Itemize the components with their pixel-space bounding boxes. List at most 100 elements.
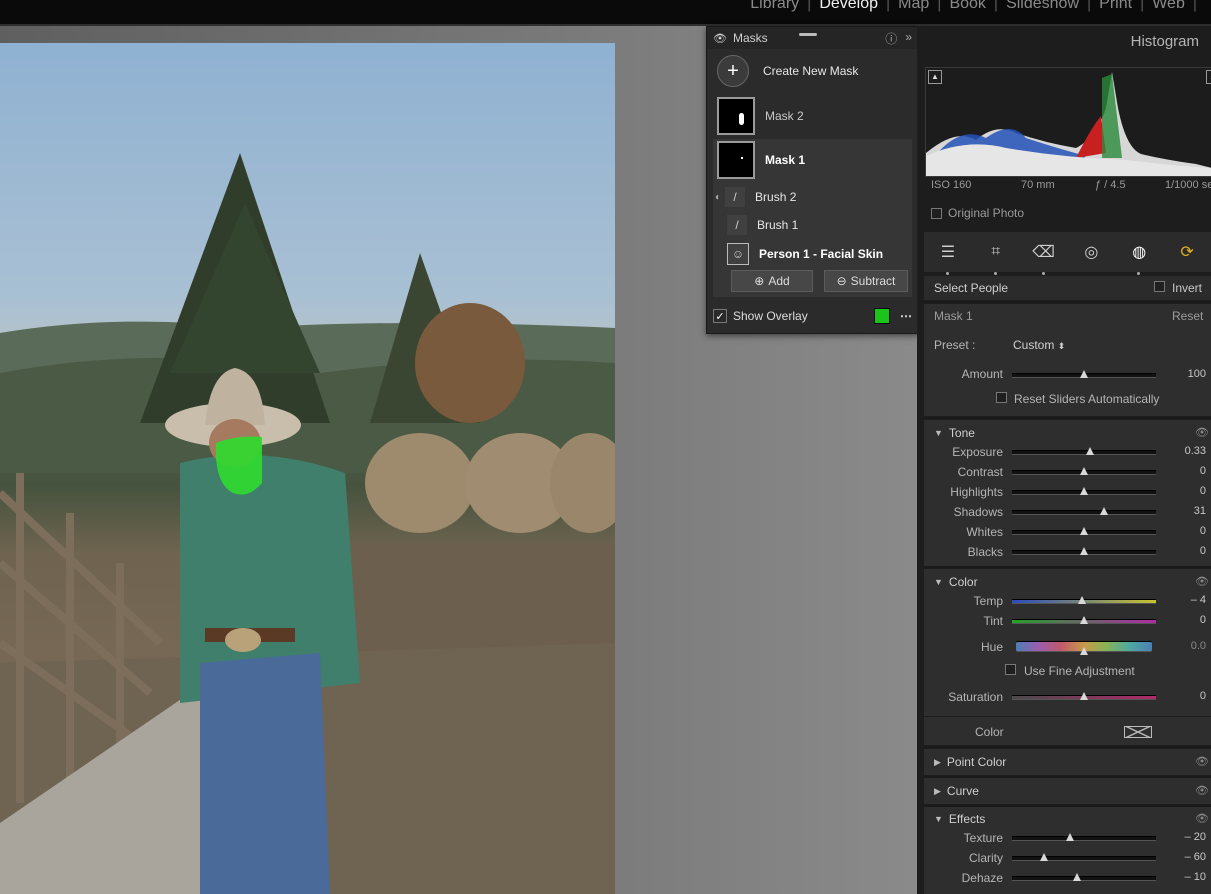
blacks-value[interactable]: 0 — [1166, 545, 1206, 557]
amount-value[interactable]: 100 — [1166, 368, 1206, 380]
effects-header[interactable]: ▼ Effects — [934, 812, 985, 826]
slider-thumb[interactable] — [1080, 616, 1088, 624]
exposure-value[interactable]: 0.33 — [1166, 445, 1206, 457]
more-options-icon[interactable]: ⋯ — [900, 309, 912, 323]
show-overlay-checkbox[interactable]: ✓ — [713, 309, 727, 323]
subtract-button[interactable]: ⊖ Subtract — [824, 270, 908, 292]
color-visibility-icon[interactable]: 👁 — [1195, 575, 1209, 588]
slider-thumb[interactable] — [1072, 873, 1081, 881]
clarity-slider[interactable] — [1012, 853, 1156, 861]
hue-slider[interactable] — [1016, 641, 1152, 655]
red-eye-icon[interactable]: ◎ — [1080, 241, 1102, 263]
add-button[interactable]: ⊕ Add — [731, 270, 813, 292]
preset-dropdown[interactable]: Custom ⬍ — [1013, 338, 1065, 352]
contrast-value[interactable]: 0 — [1166, 465, 1206, 477]
reset-button[interactable]: Reset — [1172, 309, 1203, 323]
shadows-slider[interactable] — [1012, 507, 1156, 515]
module-map[interactable]: Map — [890, 0, 937, 13]
saturation-slider[interactable] — [1012, 692, 1156, 700]
tint-value[interactable]: 0 — [1166, 614, 1206, 626]
original-photo-toggle[interactable]: Original Photo — [931, 206, 1024, 220]
select-people-label[interactable]: Select People — [934, 281, 1008, 295]
module-library[interactable]: Library — [742, 0, 807, 13]
original-photo-checkbox[interactable] — [931, 207, 942, 219]
healing-eraser-icon[interactable]: ⌫ — [1032, 241, 1055, 275]
sync-icon[interactable]: ⟳ — [1176, 241, 1198, 263]
highlights-slider[interactable] — [1012, 487, 1156, 495]
slider-thumb[interactable] — [1080, 370, 1088, 378]
color-swatch-empty[interactable] — [1124, 726, 1152, 738]
slider-thumb[interactable] — [1080, 527, 1088, 535]
amount-slider[interactable] — [1012, 370, 1156, 378]
help-icon[interactable]: ⓘ — [885, 30, 897, 47]
hue-value[interactable]: 0.0 — [1166, 640, 1206, 652]
texture-value[interactable]: – 20 — [1166, 831, 1206, 843]
histogram-chart[interactable]: ▲ ▲ — [925, 67, 1211, 177]
module-develop[interactable]: Develop — [811, 0, 886, 13]
crop-icon[interactable]: ⌗ — [985, 241, 1007, 275]
point-color-section[interactable]: ▶ Point Color 👁 — [924, 749, 1211, 775]
slider-thumb[interactable] — [1080, 467, 1088, 475]
component-brush-1[interactable]: / Brush 1 — [727, 215, 907, 235]
plus-icon[interactable]: + — [717, 55, 749, 87]
invert-checkbox[interactable] — [1154, 281, 1165, 292]
tone-visibility-icon[interactable]: 👁 — [1195, 426, 1209, 439]
tint-slider[interactable] — [1012, 616, 1156, 624]
eye-icon[interactable]: 👁 — [713, 32, 727, 45]
masks-header[interactable]: 👁 Masks ⓘ » — [707, 27, 918, 49]
module-print[interactable]: Print — [1091, 0, 1140, 13]
component-brush-2[interactable]: ◐ / Brush 2 — [715, 187, 895, 207]
texture-slider[interactable] — [1012, 833, 1156, 841]
exif-focal-length: 70 mm — [1021, 179, 1055, 191]
shadows-value[interactable]: 31 — [1166, 505, 1206, 517]
slider-thumb[interactable] — [1080, 692, 1088, 700]
temp-slider[interactable] — [1012, 596, 1156, 604]
contrast-slider[interactable] — [1012, 467, 1156, 475]
temp-value[interactable]: – 4 — [1166, 594, 1206, 606]
photo-preview[interactable] — [0, 43, 615, 894]
curve-visibility-icon[interactable]: 👁 — [1195, 784, 1209, 797]
module-slideshow[interactable]: Slideshow — [998, 0, 1087, 13]
module-book[interactable]: Book — [941, 0, 993, 13]
slider-thumb[interactable] — [1080, 547, 1088, 555]
effects-title: Effects — [948, 812, 986, 826]
slider-thumb[interactable] — [1085, 447, 1094, 455]
reset-sliders-checkbox[interactable] — [996, 392, 1007, 403]
masks-panel: 👁 Masks ⓘ » + Create New Mask Mask 2 Mas… — [706, 26, 919, 334]
shadow-clipping-icon[interactable]: ▲ — [928, 70, 942, 84]
whites-slider[interactable] — [1012, 527, 1156, 535]
dehaze-slider[interactable] — [1012, 873, 1156, 881]
edit-sliders-icon[interactable]: ☰ — [937, 241, 959, 275]
color-header[interactable]: ▼ Color — [934, 575, 978, 589]
clarity-value[interactable]: – 60 — [1166, 851, 1206, 863]
histogram-title[interactable]: Histogram — [1131, 33, 1199, 50]
collapse-icon[interactable]: » — [905, 30, 912, 47]
point-color-visibility-icon[interactable]: 👁 — [1195, 755, 1209, 768]
masking-icon[interactable]: ◍ — [1128, 241, 1150, 275]
slider-thumb[interactable] — [1078, 596, 1086, 604]
highlight-clipping-icon[interactable]: ▲ — [1206, 70, 1211, 84]
highlights-value[interactable]: 0 — [1166, 485, 1206, 497]
mask-item-mask-1[interactable]: Mask 1 — [713, 141, 912, 179]
overlay-color-swatch[interactable] — [874, 308, 890, 324]
create-new-mask-row[interactable]: + Create New Mask — [713, 55, 912, 87]
exposure-slider[interactable] — [1012, 447, 1156, 455]
component-options-icon[interactable]: ◐ — [715, 192, 721, 203]
slider-thumb[interactable] — [1100, 507, 1109, 515]
curve-section[interactable]: ▶ Curve 👁 — [924, 778, 1211, 804]
whites-value[interactable]: 0 — [1166, 525, 1206, 537]
module-web[interactable]: Web — [1144, 0, 1193, 13]
slider-thumb[interactable] — [1039, 853, 1048, 861]
drag-handle[interactable] — [799, 33, 817, 36]
effects-visibility-icon[interactable]: 👁 — [1195, 812, 1209, 825]
saturation-value[interactable]: 0 — [1166, 690, 1206, 702]
slider-thumb[interactable] — [1080, 647, 1088, 655]
dehaze-value[interactable]: – 10 — [1166, 871, 1206, 883]
slider-thumb[interactable] — [1080, 487, 1088, 495]
fine-adjustment-checkbox[interactable] — [1005, 664, 1016, 675]
slider-thumb[interactable] — [1065, 833, 1074, 841]
tone-header[interactable]: ▼ Tone — [934, 426, 975, 440]
component-facial-skin[interactable]: ☺ Person 1 - Facial Skin — [727, 243, 907, 265]
mask-item-mask-2[interactable]: Mask 2 — [713, 97, 912, 135]
blacks-slider[interactable] — [1012, 547, 1156, 555]
